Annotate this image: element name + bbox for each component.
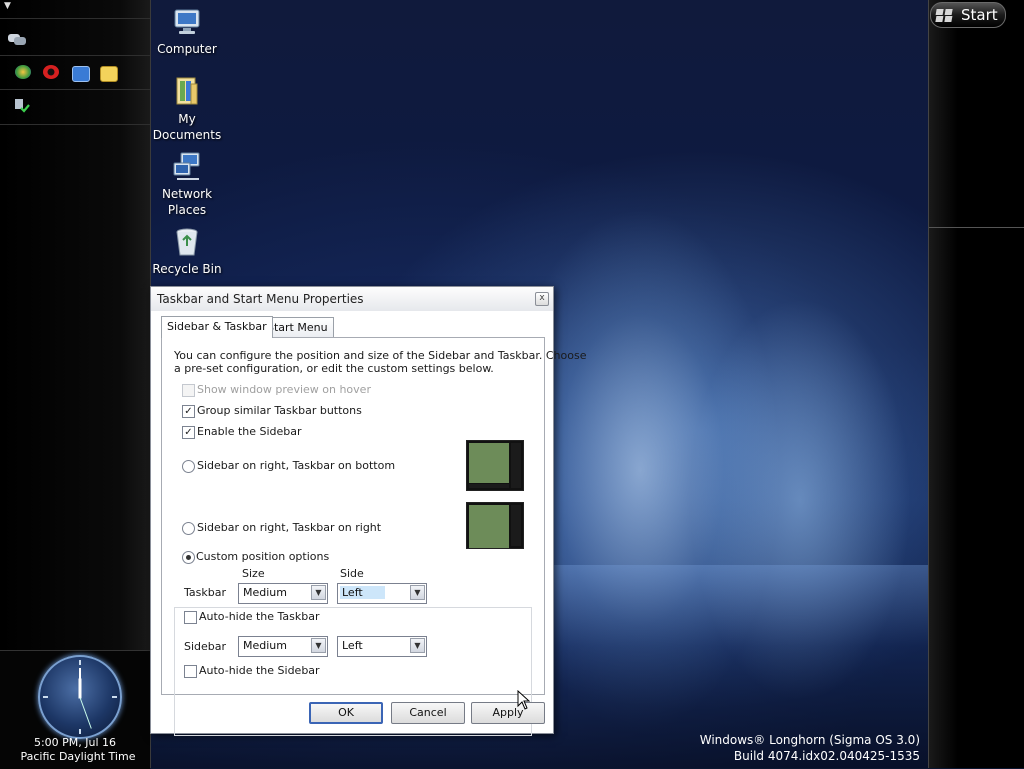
preview-right-bottom [466,440,524,491]
size-column-header: Size [242,567,265,580]
preview-screen [469,443,509,483]
opera-icon[interactable] [43,65,59,79]
chevron-down-icon: ▼ [311,638,326,653]
autohide-sidebar-label: Auto-hide the Sidebar [199,664,320,677]
ok-button[interactable]: OK [309,702,383,724]
clock-tick [43,696,48,698]
sidebar-side-select[interactable]: Left ▼ [337,636,427,657]
clock-minute-hand [79,668,81,698]
radio-right-bottom[interactable] [182,460,195,473]
clock-second-hand [79,697,92,729]
tab-sidebar-taskbar[interactable]: Sidebar & Taskbar [161,316,273,338]
desktop-icon-label: Recycle Bin [152,262,222,276]
mouse-cursor-icon [517,690,531,710]
apply-button[interactable]: Apply [471,702,545,724]
folder-icon[interactable] [100,66,118,82]
chevron-down-icon: ▼ [410,585,425,600]
desktop-icon-network-places[interactable]: Network Places [149,151,225,218]
preview-hover-checkbox[interactable] [182,384,195,397]
radio-right-right[interactable] [182,522,195,535]
sidebar-top-strip: ▼ [0,0,150,19]
taskbar-properties-dialog: Taskbar and Start Menu Properties x Side… [150,286,586,736]
desktop-icon-computer[interactable]: Computer [149,6,225,57]
tab-panel: You can configure the position and size … [161,337,586,736]
side-column-header: Side [340,567,364,580]
dialog-title: Taskbar and Start Menu Properties [157,292,364,306]
preview-hover-label: Show window preview on hover [197,383,371,396]
close-button[interactable]: x [535,292,549,306]
sidebar-quick-launch [0,56,150,90]
radio-custom-label: Custom position options [196,550,333,563]
radio-dot [186,555,191,560]
desktop-icon-my-documents[interactable]: My Documents [149,76,225,143]
sidebar: ▼ 5:00 PM, Jul 16 Pacific Daylight Time [0,0,151,769]
taskbar-divider [929,227,1024,228]
preview-taskbar [469,484,509,488]
enable-sidebar-checkbox[interactable]: ✓ [182,426,195,439]
messenger-icon[interactable] [7,33,27,47]
group-buttons-checkbox[interactable]: ✓ [182,405,195,418]
radio-custom[interactable] [182,551,195,564]
start-label: Start [961,6,998,24]
folder-documents-icon [176,77,198,105]
network-status-icon[interactable] [13,98,31,114]
taskbar-side-value: Left [340,586,385,599]
clock-gadget[interactable]: 5:00 PM, Jul 16 Pacific Daylight Time [0,650,150,769]
desktop-icon[interactable] [72,66,90,82]
browser-icon[interactable] [15,65,31,79]
taskbar-size-select[interactable]: Medium ▼ [238,583,328,604]
sidebar-side-value: Left [342,639,363,652]
desktop-icon-recycle-bin[interactable]: Recycle Bin [149,226,225,277]
chevron-down-icon[interactable]: ▼ [4,1,11,11]
desktop-icon-label: Network Places [161,187,213,217]
group-buttons-label: Group similar Taskbar buttons [197,404,362,417]
enable-sidebar-label: Enable the Sidebar [197,425,302,438]
clock-tick [112,696,117,698]
clock-tick [79,729,81,734]
clock-tick [79,660,81,665]
preview-sidebar [511,505,521,546]
sidebar-row-label: Sidebar [184,640,227,653]
chevron-down-icon: ▼ [311,585,326,600]
preview-right-right [466,502,524,549]
cancel-button[interactable]: Cancel [391,702,465,724]
taskbar-row-label: Taskbar [184,586,226,599]
sidebar-size-value: Medium [243,639,287,652]
autohide-taskbar-label: Auto-hide the Taskbar [199,610,320,623]
desktop-icon-label: My Documents [152,112,222,142]
autohide-sidebar-checkbox[interactable] [184,665,197,678]
tab-label: Start Menu [267,321,328,334]
desktop-icon-label: Computer [157,42,217,56]
taskbar [928,0,1024,768]
sidebar-messenger-row [0,19,150,56]
clock-time: 5:00 PM, Jul 16 [33,736,117,749]
preview-sidebar [511,443,521,488]
dialog-titlebar[interactable]: Taskbar and Start Menu Properties x [151,287,553,311]
watermark-line-2: Build 4074.idx02.040425-1535 [733,749,920,763]
radio-right-bottom-label: Sidebar on right, Taskbar on bottom [197,459,396,472]
preview-screen [469,505,509,548]
computer-icon [174,9,200,34]
description-line-2: a pre-set configuration, or edit the cus… [174,362,494,375]
chevron-down-icon: ▼ [410,638,425,653]
network-icon [173,152,200,180]
tab-label: Sidebar & Taskbar [167,320,267,333]
analog-clock [38,655,122,739]
watermark-line-1: Windows® Longhorn (Sigma OS 3.0) [699,733,920,747]
description-line-1: You can configure the position and size … [174,349,587,362]
taskbar-size-value: Medium [243,586,287,599]
sidebar-size-select[interactable]: Medium ▼ [238,636,328,657]
windows-logo-icon [935,9,953,22]
sidebar-tray [0,90,150,125]
recycle-bin-icon [176,228,198,256]
os-build-watermark: Windows® Longhorn (Sigma OS 3.0) Build 4… [690,732,920,764]
autohide-taskbar-checkbox[interactable] [184,611,197,624]
clock-timezone: Pacific Daylight Time [20,750,136,763]
start-button[interactable]: Start [930,2,1006,28]
taskbar-side-select[interactable]: Left ▼ [337,583,427,604]
radio-right-right-label: Sidebar on right, Taskbar on right [197,521,382,534]
